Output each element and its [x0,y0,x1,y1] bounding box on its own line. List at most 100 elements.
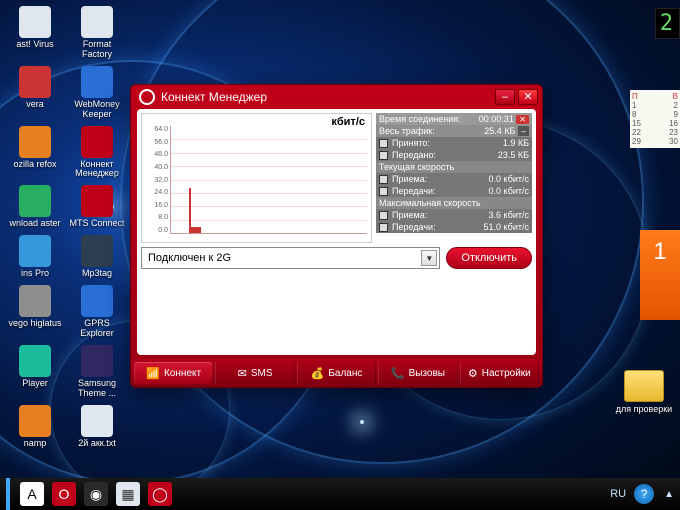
icon-label: Player [6,379,64,389]
icon-label: vera [6,100,64,110]
help-icon[interactable]: ? [634,484,654,504]
taskbar-calc[interactable]: ▦ [116,482,140,506]
desktop-icon-13[interactable]: Samsung Theme ... [68,345,126,399]
nav-label: Настройки [482,368,531,379]
desktop-icon-10[interactable]: vego higlatus [6,285,64,329]
desktop-icon-9[interactable]: Mp3tag [68,235,126,279]
desktop-icon-12[interactable]: Player [6,345,64,389]
calls-icon: 📞 [391,367,405,380]
tx-total-checkbox[interactable] [379,151,388,160]
connection-status-text: Подключен к 2G [148,252,421,264]
icon-label: ozilla refox [6,160,64,170]
client-area: кбит/с 64.056.048.040.032.024.016.08.00.… [137,109,536,355]
desktop-icons-area: ast! VirusFormat Factory vera WebMoney Kee… [4,4,134,453]
icon-label: 2й акк.txt [68,439,126,449]
taskbar-connect-manager[interactable]: ◯ [148,482,172,506]
taskbar-app-a[interactable]: A [20,482,44,506]
cur-tx-row: Передачи: 0.0 кбит/с [376,185,532,197]
traffic-row: Весь трафик: 25.4 КБ – [376,125,532,137]
nav-connect[interactable]: 📶 Коннект [134,362,213,384]
chart-data-spike [189,188,191,233]
titlebar[interactable]: Коннект Менеджер – ✕ [131,85,542,109]
desktop-icon-4[interactable]: ozilla refox [6,126,64,170]
nav-label: Коннект [164,368,201,379]
app-icon [19,66,51,98]
max-speed-header: Максимальная скорость [376,197,532,209]
status-row: Подключен к 2G ▼ Отключить [141,247,532,269]
window-title: Коннект Менеджер [161,90,492,104]
cur-rx-checkbox[interactable] [379,175,388,184]
sms-icon: ✉ [238,367,247,380]
desktop-icon-6[interactable]: wnload aster [6,185,64,229]
nav-settings[interactable]: ⚙Настройки [460,362,539,384]
nav-calls[interactable]: 📞 Вызовы [378,362,457,384]
icon-label: namp [6,439,64,449]
speed-chart: кбит/с 64.056.048.040.032.024.016.08.00.… [141,113,372,243]
app-icon [81,345,113,377]
stats-close-icon[interactable]: ✕ [516,115,529,124]
desktop-icon-8[interactable]: ins Pro [6,235,64,279]
app-icon [81,126,113,158]
language-indicator[interactable]: RU [610,488,626,500]
icon-label: Mp3tag [68,269,126,279]
desktop-icon-1[interactable]: Format Factory [68,6,126,60]
connect-icon: 📶 [146,367,160,380]
cur-tx-checkbox[interactable] [379,187,388,196]
nav-balance[interactable]: 💰Баланс [297,362,376,384]
nav-sms[interactable]: ✉ SMS [215,362,294,384]
app-logo-icon [139,89,155,105]
nav-label: Вызовы [409,368,445,379]
app-icon [19,285,51,317]
icon-label: ins Pro [6,269,64,279]
nav-label: SMS [251,368,273,379]
app-icon [81,285,113,317]
app-icon [81,185,113,217]
disconnect-button[interactable]: Отключить [446,247,532,269]
desktop-icon-7[interactable]: MTS Connect [68,185,126,229]
rx-total-row: Принято: 1.9 КБ [376,137,532,149]
app-icon [81,66,113,98]
max-tx-row: Передачи: 51.0 кбит/с [376,221,532,233]
taskbar-opera[interactable]: O [52,482,76,506]
desktop-icon-3[interactable]: WebMoney Keeper [68,66,126,120]
tx-total-row: Передано: 23.5 КБ [376,149,532,161]
taskbar-chrome[interactable]: ◉ [84,482,108,506]
desktop-icon-2[interactable]: vera [6,66,64,110]
max-tx-checkbox[interactable] [379,223,388,232]
rx-total-checkbox[interactable] [379,139,388,148]
close-button[interactable]: ✕ [518,89,538,105]
calendar-widget[interactable]: ПВ1289151622232930 [630,90,680,148]
taskbar-icons: AO ◉ ▦ ◯ [16,482,176,506]
show-desktop-icon[interactable]: ▲ [664,489,674,500]
desktop-icon-15[interactable]: 2й акк.txt [68,405,126,449]
folder-proverka[interactable]: для проверки [614,370,674,414]
balance-icon: 💰 [311,367,325,380]
desktop-icon-0[interactable]: ast! Virus [6,6,64,50]
date-widget[interactable]: 1 [640,230,680,320]
app-icon [81,6,113,38]
icon-label: MTS Connect [68,219,126,229]
app-icon [81,235,113,267]
cur-rx-row: Приема: 0.0 кбит/с [376,173,532,185]
icon-label: Format Factory [68,40,126,60]
app-icon [19,345,51,377]
app-icon [19,235,51,267]
minimize-button[interactable]: – [495,89,515,105]
stats-panel: Время соединения: 00:00:31 ✕ Весь трафик… [376,113,532,243]
app-icon [19,405,51,437]
chart-plot-area [170,126,367,234]
connection-status-combo[interactable]: Подключен к 2G ▼ [141,247,440,269]
icon-label: vego higlatus [6,319,64,329]
nav-label: Баланс [328,368,362,379]
chart-y-axis: 64.056.048.040.032.024.016.08.00.0 [144,126,168,234]
chevron-down-icon[interactable]: ▼ [421,250,437,266]
desktop-icon-14[interactable]: namp [6,405,64,449]
max-rx-checkbox[interactable] [379,211,388,220]
icon-label: Samsung Theme ... [68,379,126,399]
desktop-icon-11[interactable]: GPRS Explorer [68,285,126,339]
app-icon [19,6,51,38]
folder-icon [624,370,664,402]
clock-widget: 2 [655,8,680,39]
desktop-icon-5[interactable]: Коннект Менеджер [68,126,126,180]
taskbar: AO ◉ ▦ ◯ RU ? ▲ [0,478,680,510]
